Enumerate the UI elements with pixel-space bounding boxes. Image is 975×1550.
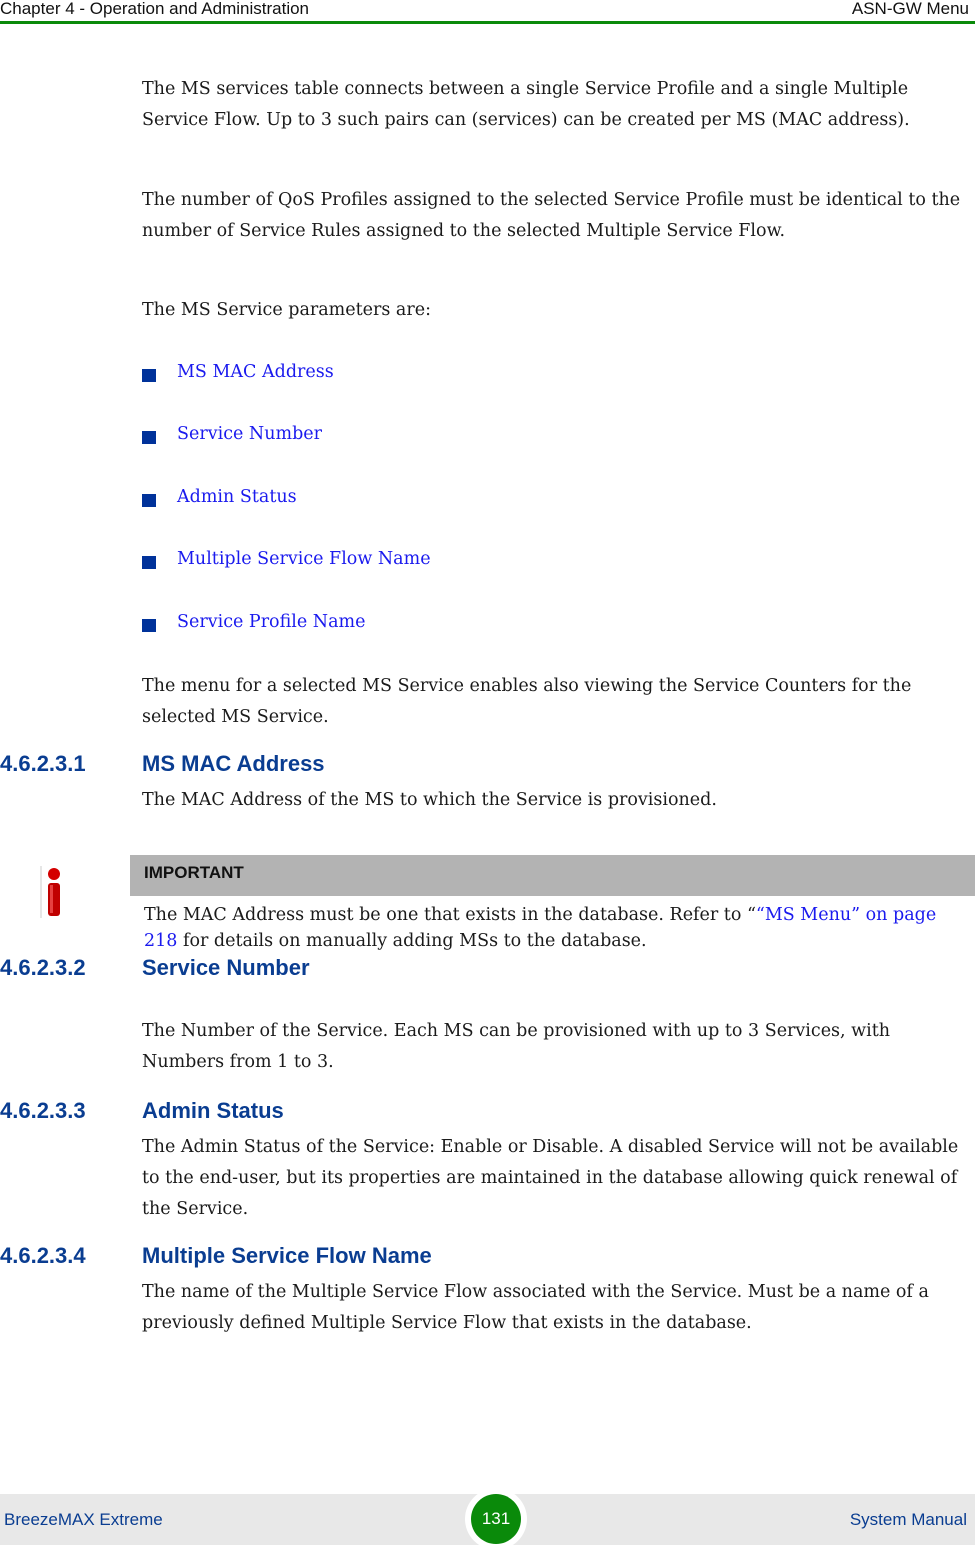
section-number: 4.6.2.3.3 [0, 1098, 86, 1123]
section-title: ASN-GW Menu [851, 0, 969, 18]
section-body: The Admin Status of the Service: Enable … [142, 1137, 959, 1219]
bullet-link[interactable]: Service Number [177, 424, 322, 444]
section-number: 4.6.2.3.2 [0, 955, 86, 980]
bullet-link[interactable]: MS MAC Address [177, 362, 334, 382]
document-name: System Manual [849, 1510, 967, 1529]
bullet-link[interactable]: Admin Status [177, 487, 297, 507]
section-title: MS MAC Address [142, 751, 325, 776]
product-name: BreezeMAX Extreme [4, 1510, 163, 1529]
bullet-square-icon [142, 556, 156, 569]
section-title: Admin Status [142, 1098, 284, 1123]
header-rule [0, 21, 975, 24]
section-body: The MAC Address of the MS to which the S… [142, 790, 717, 810]
bullet-square-icon [142, 431, 156, 444]
section-title: Service Number [142, 955, 310, 980]
important-text: The MAC Address must be one that exists … [144, 905, 937, 951]
section-body: The Number of the Service. Each MS can b… [142, 1021, 891, 1072]
bullet-square-icon [142, 369, 156, 382]
page-number: 131 [471, 1494, 521, 1544]
page-number-badge: 131 [465, 1488, 527, 1550]
bullet-square-icon [142, 494, 156, 507]
page-header: Chapter 4 - Operation and Administration… [0, 0, 975, 22]
important-banner: IMPORTANT [130, 855, 975, 896]
bullet-link[interactable]: Service Profile Name [177, 612, 365, 632]
section-number: 4.6.2.3.1 [0, 751, 86, 776]
important-label: IMPORTANT [144, 863, 244, 882]
intro-paragraph-2: The number of QoS Profiles assigned to t… [142, 190, 961, 241]
intro-paragraph-1: The MS services table connects between a… [142, 79, 910, 130]
bullet-square-icon [142, 619, 156, 632]
section-body: The name of the Multiple Service Flow as… [142, 1282, 929, 1333]
section-number: 4.6.2.3.4 [0, 1243, 86, 1268]
intro-paragraph-4: The menu for a selected MS Service enabl… [142, 676, 912, 727]
chapter-title: Chapter 4 - Operation and Administration [0, 0, 310, 18]
section-title: Multiple Service Flow Name [142, 1243, 432, 1268]
intro-paragraph-3: The MS Service parameters are: [142, 300, 431, 320]
bullet-link[interactable]: Multiple Service Flow Name [177, 549, 431, 569]
info-icon [40, 866, 60, 918]
